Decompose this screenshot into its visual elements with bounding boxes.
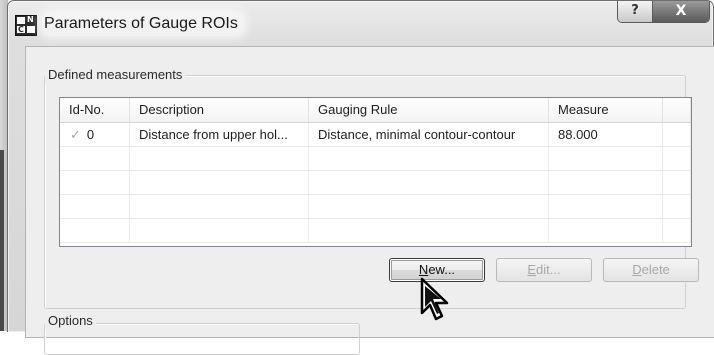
mouse-pointer-icon [420,277,449,321]
cell-gauging-rule: Distance, minimal contour-contour [309,123,549,146]
nc-app-icon: N C [15,15,37,36]
new-mnemonic: N [418,262,429,277]
dialog-client-area: Defined measurements Id-No. Description … [25,46,714,355]
cell-id: ✓ 0 [60,123,130,146]
column-header-filler [663,98,691,122]
edit-label: dit... [536,262,561,277]
new-label: ew... [428,262,456,277]
window-title: Parameters of Gauge ROIs [42,12,244,36]
close-button[interactable]: X [653,1,709,22]
options-label: Options [45,313,96,329]
delete-mnemonic: D [632,262,642,277]
table-row[interactable]: ✓ 0 Distance from upper hol... Distance, … [60,123,691,147]
check-icon: ✓ [70,127,81,142]
row-id-value: 0 [86,127,95,142]
column-header-description[interactable]: Description [130,98,309,122]
app-icon-letter-n: N [27,15,34,24]
close-icon: X [675,3,687,19]
cell-description: Distance from upper hol... [130,123,309,146]
dialog-window: N C Parameters of Gauge ROIs ? X Defined… [7,0,714,355]
table-header: Id-No. Description Gauging Rule Measure [60,98,691,123]
empty-table-row [60,171,691,195]
empty-table-row [60,195,691,219]
empty-table-row [60,219,691,243]
column-header-id[interactable]: Id-No. [60,98,130,122]
title-bar[interactable]: N C Parameters of Gauge ROIs ? X [8,1,713,45]
background-window-dark-edge [0,150,4,331]
empty-table-row [60,147,691,171]
delete-button[interactable]: Delete [603,258,699,282]
help-button[interactable]: ? [618,1,653,22]
column-header-measure[interactable]: Measure [549,98,663,122]
defined-measurements-label: Defined measurements [45,67,186,83]
edit-button[interactable]: Edit... [496,258,592,282]
caption-buttons: ? X [617,1,710,23]
column-header-gauging-rule[interactable]: Gauging Rule [309,98,549,122]
edit-mnemonic: E [527,262,537,277]
delete-label: elete [641,262,670,277]
app-icon-letter-c: C [18,25,24,34]
help-icon: ? [631,3,639,18]
cell-measure: 88.000 [549,123,663,146]
measurements-table[interactable]: Id-No. Description Gauging Rule Measure … [59,97,692,247]
cell-filler [663,123,691,146]
